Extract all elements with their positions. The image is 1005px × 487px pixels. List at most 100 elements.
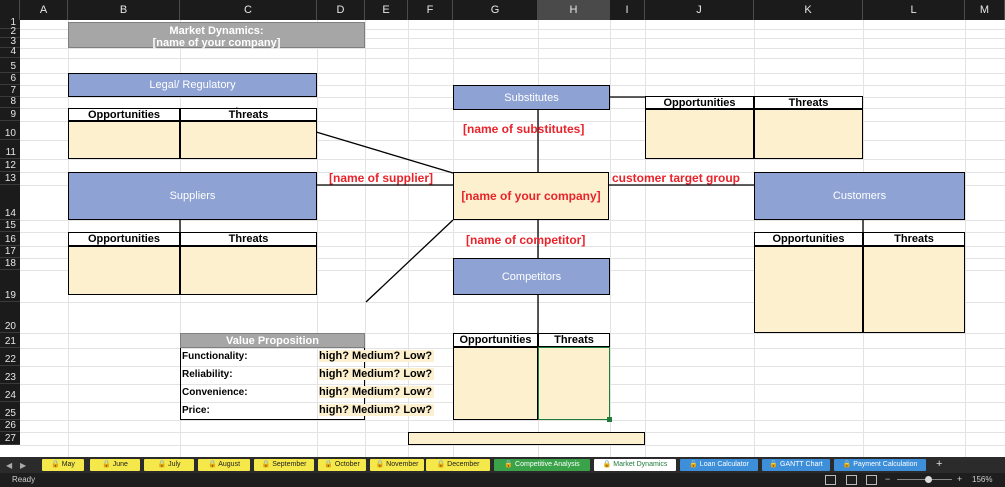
sheet-tab-gantt-chart[interactable]: 🔒 GANTT Chart <box>762 459 830 471</box>
row-header-12[interactable]: 12 <box>0 159 20 172</box>
column-header-e[interactable]: E <box>365 0 408 20</box>
column-header-f[interactable]: F <box>408 0 453 20</box>
value-prop-label-3[interactable]: Convenience: <box>182 387 248 398</box>
sheet-tab-august[interactable]: 🔒 August <box>198 459 250 471</box>
substitutes-opportunities-header[interactable]: Opportunities <box>645 96 754 109</box>
suppliers-opportunities-header[interactable]: Opportunities <box>68 232 180 246</box>
row-header-19[interactable]: 19 <box>0 270 20 302</box>
value-prop-label-4[interactable]: Price: <box>182 405 210 416</box>
value-proposition-title[interactable]: Value Proposition <box>180 333 365 348</box>
row-header-24[interactable]: 24 <box>0 384 20 402</box>
row-header-13[interactable]: 13 <box>0 172 20 185</box>
column-header-a[interactable]: A <box>20 0 68 20</box>
competitors-box[interactable]: Competitors <box>453 258 610 295</box>
value-prop-value-4[interactable]: high? Medium? Low? <box>319 404 434 416</box>
supplier-name-label[interactable]: [name of supplier] <box>329 171 433 185</box>
column-header-j[interactable]: J <box>645 0 754 20</box>
sheet-tab-october[interactable]: 🔒 October <box>318 459 366 471</box>
page-break-view-icon[interactable] <box>866 475 877 485</box>
row-header-14[interactable]: 14 <box>0 185 20 220</box>
suppliers-threats-header[interactable]: Threats <box>180 232 317 246</box>
sheet-tab-may[interactable]: 🔒 May <box>42 459 84 471</box>
row-header-9[interactable]: 9 <box>0 108 20 121</box>
row-header-18[interactable]: 18 <box>0 258 20 270</box>
zoom-in-button[interactable]: + <box>957 474 962 484</box>
column-header-c[interactable]: C <box>180 0 317 20</box>
add-sheet-button[interactable]: + <box>936 458 942 470</box>
sheet-tab-september[interactable]: 🔒 September <box>254 459 314 471</box>
column-header-i[interactable]: I <box>610 0 645 20</box>
sheet-tab-market-dynamics[interactable]: 🔒 Market Dynamics <box>594 459 676 471</box>
customers-opportunities-header[interactable]: Opportunities <box>754 232 863 246</box>
sheet-tab-competitive-analysis[interactable]: 🔒 Competitive Analysis <box>494 459 590 471</box>
competitor-name-label[interactable]: [name of competitor] <box>466 233 585 247</box>
row-header-23[interactable]: 23 <box>0 366 20 384</box>
normal-view-icon[interactable] <box>825 475 836 485</box>
row-header-10[interactable]: 10 <box>0 121 20 140</box>
column-header-b[interactable]: B <box>68 0 180 20</box>
legal-threats-header[interactable]: Threats <box>180 108 317 121</box>
customers-box[interactable]: Customers <box>754 172 965 220</box>
row-header-20[interactable]: 20 <box>0 302 20 333</box>
column-header-m[interactable]: M <box>965 0 1005 20</box>
suppliers-opportunities-cell[interactable] <box>68 246 180 295</box>
column-header-k[interactable]: K <box>754 0 863 20</box>
customers-threats-cell[interactable] <box>863 246 965 333</box>
page-title[interactable]: Market Dynamics: [name of your company] <box>68 22 365 49</box>
page-layout-view-icon[interactable] <box>846 475 857 485</box>
customers-opportunities-cell[interactable] <box>754 246 863 333</box>
zoom-out-button[interactable]: − <box>885 474 890 484</box>
row-header-21[interactable]: 21 <box>0 333 20 348</box>
sheet-tab-june[interactable]: 🔒 June <box>90 459 140 471</box>
row-header-4[interactable]: 4 <box>0 46 20 58</box>
row-header-26[interactable]: 26 <box>0 420 20 432</box>
legal-regulatory-box[interactable]: Legal/ Regulatory <box>68 73 317 97</box>
suppliers-threats-cell[interactable] <box>180 246 317 295</box>
substitutes-threats-cell[interactable] <box>754 109 863 159</box>
substitutes-box[interactable]: Substitutes <box>453 85 610 110</box>
sheet-tab-payment-calculation[interactable]: 🔒 Payment Calculation <box>834 459 926 471</box>
legal-threats-cell[interactable] <box>180 121 317 159</box>
row-header-8[interactable]: 8 <box>0 96 20 108</box>
sheet-tab-november[interactable]: 🔒 November <box>370 459 424 471</box>
legal-opportunities-cell[interactable] <box>68 121 180 159</box>
row-header-16[interactable]: 16 <box>0 232 20 246</box>
value-prop-value-3[interactable]: high? Medium? Low? <box>319 386 434 398</box>
column-header-d[interactable]: D <box>317 0 365 20</box>
row-header-27[interactable]: 27 <box>0 432 20 445</box>
competitors-opportunities-header[interactable]: Opportunities <box>453 333 538 347</box>
notes-cell[interactable] <box>408 432 645 445</box>
competitors-threats-header[interactable]: Threats <box>538 333 610 347</box>
tab-scroll-right-icon[interactable]: ▶ <box>20 461 26 470</box>
competitors-opportunities-cell[interactable] <box>453 347 538 420</box>
company-box[interactable]: [name of your company] <box>453 172 609 220</box>
customer-target-label[interactable]: customer target group <box>612 171 740 185</box>
column-header-l[interactable]: L <box>863 0 965 20</box>
sheet-tab-july[interactable]: 🔒 July <box>144 459 194 471</box>
value-prop-value-1[interactable]: high? Medium? Low? <box>319 350 434 362</box>
customers-threats-header[interactable]: Threats <box>863 232 965 246</box>
legal-opportunities-header[interactable]: Opportunities <box>68 108 180 121</box>
row-header-11[interactable]: 11 <box>0 140 20 159</box>
row-header-22[interactable]: 22 <box>0 348 20 366</box>
substitutes-name-label[interactable]: [name of substitutes] <box>463 122 584 136</box>
value-prop-value-2[interactable]: high? Medium? Low? <box>319 368 434 380</box>
sheet-tab-loan-calculator[interactable]: 🔒 Loan Calculator <box>680 459 758 471</box>
competitors-threats-cell[interactable] <box>538 347 610 420</box>
value-prop-label-1[interactable]: Functionality: <box>182 351 248 362</box>
suppliers-box[interactable]: Suppliers <box>68 172 317 220</box>
value-prop-label-2[interactable]: Reliability: <box>182 369 233 380</box>
row-header-15[interactable]: 15 <box>0 220 20 232</box>
row-header-5[interactable]: 5 <box>0 58 20 73</box>
zoom-slider-thumb[interactable] <box>925 476 932 483</box>
column-header-h[interactable]: H <box>538 0 610 20</box>
selection-fill-handle[interactable] <box>607 417 612 422</box>
column-header-g[interactable]: G <box>453 0 538 20</box>
substitutes-threats-header[interactable]: Threats <box>754 96 863 109</box>
substitutes-opportunities-cell[interactable] <box>645 109 754 159</box>
row-header-17[interactable]: 17 <box>0 246 20 258</box>
tab-scroll-left-icon[interactable]: ◀ <box>6 461 12 470</box>
row-header-6[interactable]: 6 <box>0 73 20 85</box>
sheet-tab-december[interactable]: 🔒 December <box>426 459 490 471</box>
row-header-25[interactable]: 25 <box>0 402 20 420</box>
